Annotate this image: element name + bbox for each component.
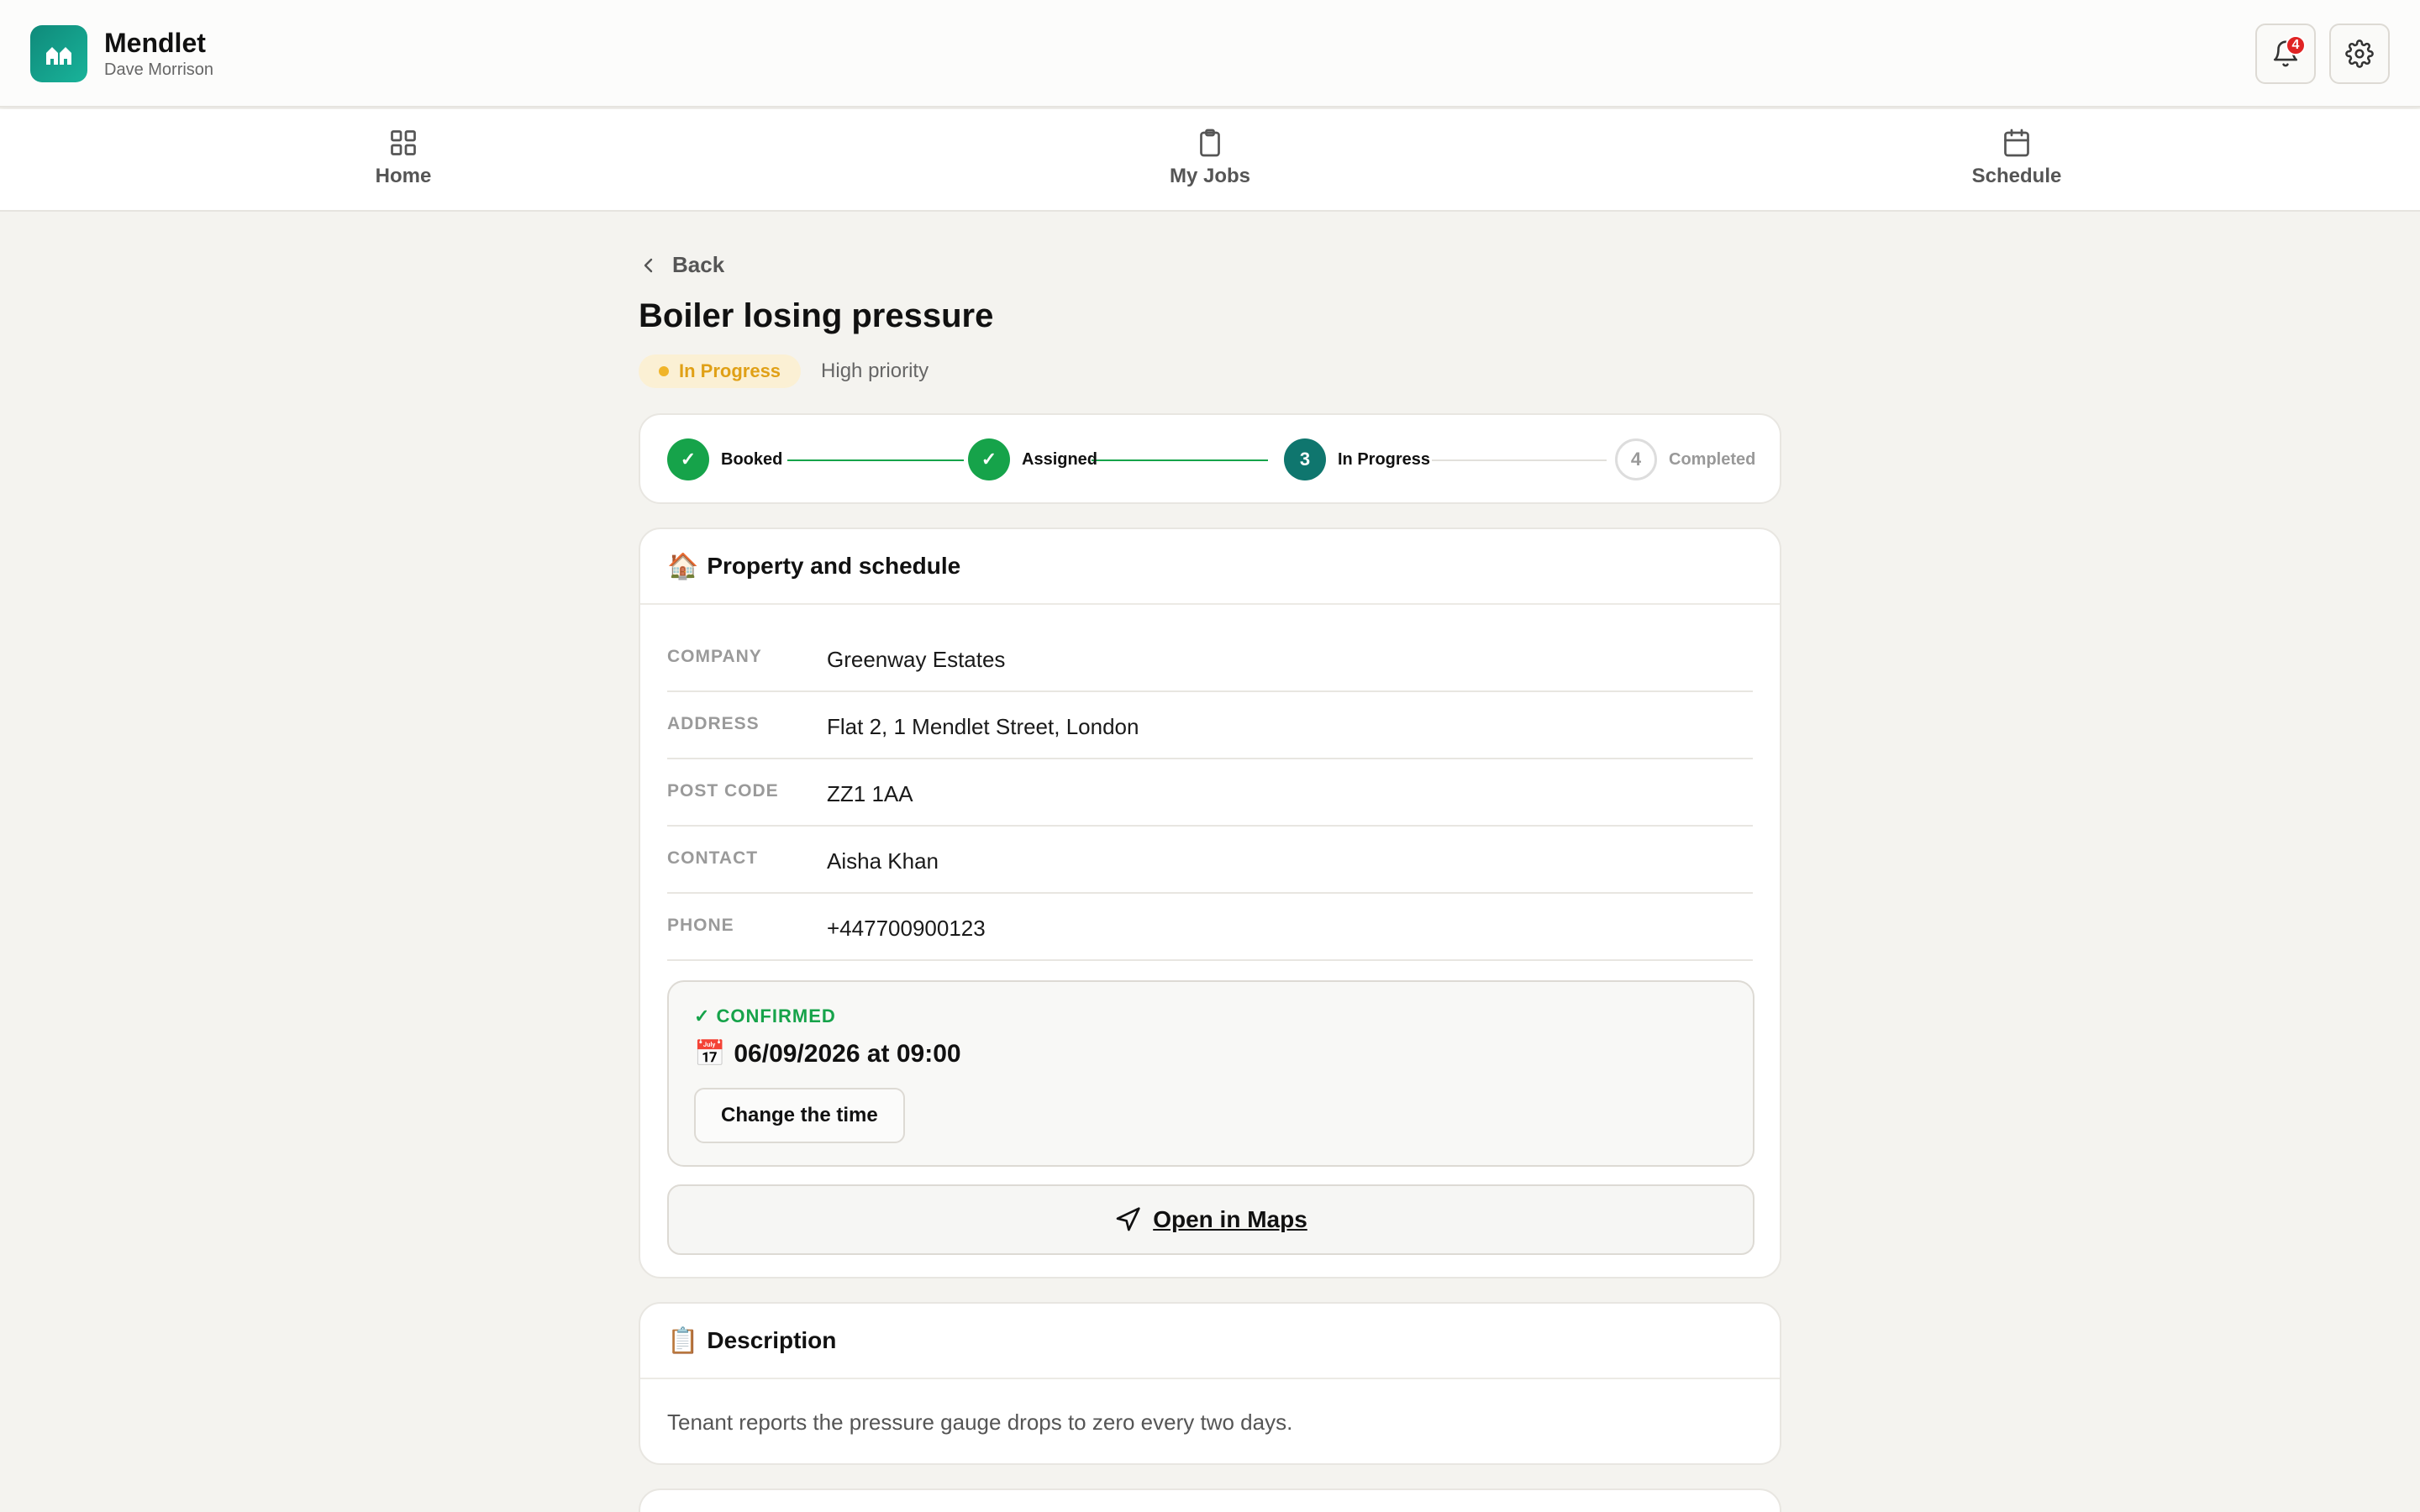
detail-row-postcode: POST CODE ZZ1 1AA [667,759,1753,827]
notification-badge: 4 [2286,35,2306,55]
detail-value: Aisha Khan [827,848,939,874]
detail-key: PHONE [667,916,734,935]
appointment-datetime: 06/09/2026 at 09:00 [734,1039,961,1068]
status-badge: In Progress [639,354,802,388]
detail-row-address: ADDRESS Flat 2, 1 Mendlet Street, London [667,692,1753,759]
property-card-header: 🏠 Property and schedule [640,529,1780,605]
back-button[interactable]: Back [639,252,724,278]
step-marker: ✓ [667,438,709,480]
step-marker: ✓ [968,438,1010,480]
description-card: 📋 Description Tenant reports the pressur… [639,1302,1781,1465]
nav-item-home[interactable]: Home [319,128,487,188]
detail-key: COMPANY [667,647,762,666]
progress-stepper: ✓ Booked ✓ Assigned 3 In Progress 4 Comp… [639,413,1781,504]
step-label: In Progress [1338,449,1431,469]
clipboard-emoji-icon: 📋 [667,1326,699,1355]
detail-row-phone: PHONE +447700900123 [667,894,1753,961]
page-title: Boiler losing pressure [639,297,994,334]
next-card [639,1488,1781,1512]
maps-link-label: Open in Maps [1153,1206,1307,1232]
step-assigned: ✓ Assigned [968,438,1097,480]
step-label: Assigned [1022,449,1098,469]
gear-icon [2345,39,2374,68]
detail-value: +447700900123 [827,916,986,941]
status-dot [659,366,669,376]
step-in-progress: 3 In Progress [1284,438,1430,480]
step-marker: 4 [1615,438,1657,480]
property-card: 🏠 Property and schedule COMPANY Greenway… [639,528,1781,1278]
status-label: In Progress [679,360,781,381]
description-text: Tenant reports the pressure gauge drops … [667,1410,1293,1435]
brand: Mendlet Dave Morrison [104,27,213,81]
confirmed-label: ✓ CONFIRMED [694,1005,836,1026]
status-row: In Progress High priority [639,354,929,388]
nav-item-my-jobs[interactable]: My Jobs [1126,128,1294,188]
detail-key: CONTACT [667,848,759,868]
change-time-button[interactable]: Change the time [694,1088,905,1143]
nav-item-label: Schedule [1971,165,2062,187]
chevron-left-icon [644,258,653,272]
calendar-icon [2004,129,2029,157]
user-name: Dave Morrison [104,60,214,79]
calendar-emoji-icon: 📅 [694,1040,726,1068]
app-name: Mendlet [104,28,206,58]
detail-value: Flat 2, 1 Mendlet Street, London [827,714,1139,739]
step-completed: 4 Completed [1615,438,1755,480]
main-nav: Home My Jobs Schedule [0,109,2420,212]
app-logo[interactable] [30,25,87,82]
step-connector [787,459,964,461]
step-label: Completed [1669,449,1756,469]
card-title: Description [707,1327,837,1353]
settings-button[interactable] [2329,24,2390,84]
card-title: Property and schedule [707,553,961,579]
detail-value: ZZ1 1AA [827,781,913,806]
home-logo-icon [46,47,71,65]
open-in-maps-button[interactable]: Open in Maps [667,1184,1754,1255]
notifications-button[interactable]: 4 [2255,24,2316,84]
nav-item-label: Home [375,165,432,187]
detail-key: ADDRESS [667,714,760,733]
clipboard-icon [1200,129,1220,157]
property-details: COMPANY Greenway Estates ADDRESS Flat 2,… [640,605,1780,961]
detail-row-contact: CONTACT Aisha Khan [667,827,1753,894]
back-label: Back [672,252,725,277]
navigation-arrow-icon [1116,1207,1140,1231]
detail-key: POST CODE [667,781,779,801]
detail-row-company: COMPANY Greenway Estates [667,625,1753,692]
step-label: Booked [721,449,783,469]
step-booked: ✓ Booked [667,438,782,480]
appointment-date: 📅 06/09/2026 at 09:00 [694,1039,961,1068]
app-header: Mendlet Dave Morrison 4 [0,0,2420,108]
step-connector [1432,459,1607,461]
house-icon: 🏠 [667,552,699,580]
nav-item-schedule[interactable]: Schedule [1933,128,2101,188]
priority-label: High priority [821,360,929,382]
appointment-box: ✓ CONFIRMED 📅 06/09/2026 at 09:00 Change… [667,980,1754,1167]
detail-value: Greenway Estates [827,647,1006,672]
step-marker: 3 [1284,438,1326,480]
nav-item-label: My Jobs [1169,165,1251,187]
grid-icon [391,130,416,155]
step-connector [1092,459,1268,461]
description-card-header: 📋 Description [640,1304,1780,1379]
